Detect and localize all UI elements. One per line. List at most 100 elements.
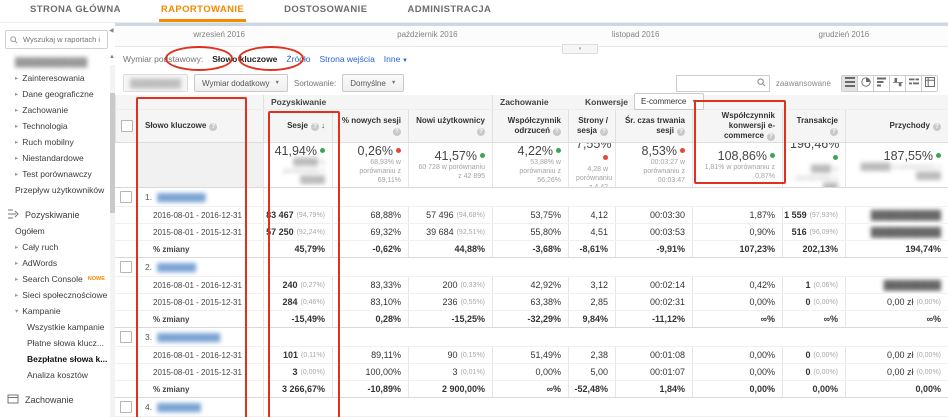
sidebar-item-label: Niestandardowe [22,153,84,163]
col-header-transakcje[interactable]: Transakcje? [782,110,845,142]
sidebar-item-ogółem[interactable]: Ogółem [0,223,115,239]
row-checkbox[interactable] [120,331,132,343]
term-cloud-view-button[interactable] [905,75,921,91]
keyword-link[interactable]: █████████████ [157,333,220,342]
sidebar-item-zachowanie[interactable]: Zachowanie [0,392,115,408]
help-icon[interactable]: ? [553,128,561,136]
help-icon[interactable]: ? [209,123,218,131]
sidebar-item-item[interactable]: ████████████ [0,54,115,70]
date-chart-strip: wrzesień 2016 październik 2016 listopad 20… [115,23,948,54]
dimension-option-inne[interactable]: Inne ▼ [384,54,408,64]
metric-value: 55,80% [530,227,561,237]
metric-value: 101 [282,350,298,360]
help-icon[interactable]: ? [767,133,775,141]
row-checkbox[interactable] [120,191,132,203]
sidebar-item-adwords[interactable]: ▸ AdWords [0,255,115,271]
help-icon[interactable]: ? [933,123,941,131]
keyword-link[interactable]: █████████ [157,403,201,412]
sidebar-item-sieci-społecznościowe[interactable]: ▸ Sieci społecznościowe [0,287,115,303]
percentage-view-button[interactable] [857,75,873,91]
sidebar-collapse-icon[interactable]: ◀ [109,27,114,34]
col-header-słowo-kluczowe[interactable]: Słowo kluczowe? [137,110,263,142]
sidebar-item-bezpłatne-słowa-k[interactable]: Bezpłatne słowa k... [0,351,115,367]
summary-keyword-cell [137,143,263,187]
sidebar-item-test-porównawczy[interactable]: ▸ Test porównawczy [0,166,115,182]
sidebar-item-przepływ-użytkowników[interactable]: Przepływ użytkowników [0,182,115,198]
sidebar-item-cały-ruch[interactable]: ▸ Cały ruch [0,239,115,255]
table-header-row: Słowo kluczowe? Sesje? ↓ % nowych sesji? Now… [115,109,948,142]
keyword-link[interactable]: ██████████ [157,193,206,202]
sidebar-item-ruch-mobilny[interactable]: ▸ Ruch mobilny [0,134,115,150]
secondary-dimension-button[interactable]: Wymiar dodatkowy ▼ [194,74,288,92]
tab-strona-główna[interactable]: STRONA GŁÓWNA [28,0,123,22]
sidebar-item-zainteresowania[interactable]: ▸ Zainteresowania [0,70,115,86]
chart-mode-button[interactable]: █████████ [123,74,189,92]
summary-comparison-text: 4,28 w porównaniu z 4,42 [576,166,613,187]
timeline-month: październik 2016 [397,30,458,39]
summary-value: 196,46% [790,143,839,165]
row-checkbox[interactable] [120,401,132,413]
advanced-search-link[interactable]: zaawansowane [776,79,831,88]
sidebar-item-pozyskiwanie[interactable]: Pozyskiwanie [0,207,115,223]
sidebar-item-label: Zainteresowania [22,73,85,83]
metric-value: 194,74% [905,244,941,254]
metric-cell: ∞% [492,381,568,397]
chart-collapse-tab[interactable]: ▾ [562,44,598,54]
dimension-option-strona-wejścia[interactable]: Strona wejścia [320,54,375,64]
pivot-view-button[interactable] [921,75,937,91]
performance-view-button[interactable] [873,75,889,91]
tab-raportowanie[interactable]: RAPORTOWANIE [158,0,247,22]
col-header-przychody[interactable]: Przychody? [845,110,948,142]
col-header-%-nowych-sesji[interactable]: % nowych sesji? [332,110,408,142]
help-icon[interactable]: ? [830,128,838,136]
sidebar-search-input[interactable] [21,34,103,45]
data-grid-view-icon [844,76,855,91]
sidebar-item-płatne-słowa-klucz[interactable]: Płatne słowa klucz... [0,335,115,351]
keyword-link[interactable]: ████████ [157,263,196,272]
sidebar-item-technologia[interactable]: ▸ Technologia [0,118,115,134]
sidebar-item-label: Analiza kosztów [27,370,88,380]
table-row-keyword: 3. █████████████ [115,327,948,346]
col-header-strony-sesja[interactable]: Strony / sesja? [568,110,615,142]
sort-type-dropdown[interactable]: Domyślne ▼ [342,74,405,92]
sidebar-item-wszystkie-kampanie[interactable]: Wszystkie kampanie [0,319,115,335]
metric-cell: 39 684 (92,51%) [408,224,492,240]
sidebar-item-zachowanie[interactable]: ▸ Zachowanie [0,102,115,118]
metric-value: ∞% [546,384,561,394]
conversions-dropdown[interactable]: E-commerce ▼ [634,93,704,110]
select-all-checkbox[interactable] [120,120,133,132]
help-icon[interactable]: ? [477,128,485,136]
tab-dostosowanie[interactable]: DOSTOSOWANIE [282,0,369,22]
sidebar-item-dane-geograficzne[interactable]: ▸ Dane geograficzne [0,86,115,102]
period-label-cell: 2016-08-01 - 2016-12-31 [137,277,263,293]
search-icon[interactable] [757,74,766,92]
tab-administracja[interactable]: ADMINISTRACJA [405,0,493,22]
metric-percent-of-total: (0,00%) [300,368,325,376]
col-header-śr-czas-trwania-sesji[interactable]: Śr. czas trwania sesji? [615,110,692,142]
help-icon[interactable]: ? [677,128,685,136]
dimension-option-słowo-kluczowe[interactable]: Słowo kluczowe [212,54,277,64]
help-icon[interactable]: ? [600,128,608,136]
table-search-input[interactable] [679,77,757,89]
report-content: wrzesień 2016 październik 2016 listopad 20… [115,23,948,417]
col-header-współczynnik-konwersji-e-commerce[interactable]: Współczynnik konwersji e-commerce? [692,110,782,142]
comparison-view-button[interactable] [889,75,905,91]
help-icon[interactable]: ? [311,123,319,131]
col-header-współczynnik-odrzuceń[interactable]: Współczynnik odrzuceń? [492,110,568,142]
data-grid-view-button[interactable] [842,75,857,91]
help-icon[interactable]: ? [393,128,401,136]
col-header-nowi-użytkownicy[interactable]: Nowi użytkownicy? [408,110,492,142]
sidebar-item-kampanie[interactable]: ▾ Kampanie [0,303,115,319]
chevron-down-icon: ▼ [400,58,408,64]
row-checkbox-cell [115,188,137,206]
col-header-sesje[interactable]: Sesje? ↓ [263,110,332,142]
sidebar-item-analiza-kosztów[interactable]: Analiza kosztów [0,367,115,383]
row-checkbox[interactable] [120,261,132,273]
sidebar-item-search-console[interactable]: ▸ Search Console NOWE [0,271,115,287]
sidebar-search-box[interactable] [5,30,108,49]
metric-cell: 0,90% [692,224,782,240]
table-search-box[interactable] [675,74,770,92]
metric-percent-of-total: (96,09%) [809,228,838,236]
dimension-option-źródło[interactable]: Źródło [286,54,310,64]
sidebar-item-niestandardowe[interactable]: ▸ Niestandardowe [0,150,115,166]
